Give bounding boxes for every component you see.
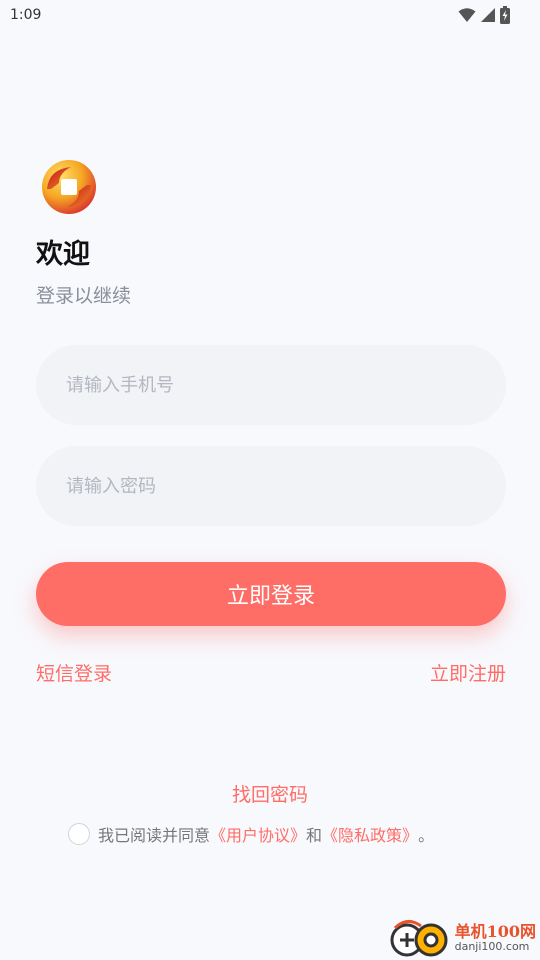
page-title: 欢迎 bbox=[36, 239, 90, 270]
agreement-row: 我已阅读并同意 《用户协议》 和 《隐私政策》 。 bbox=[68, 822, 434, 846]
status-icons bbox=[458, 6, 510, 24]
password-input[interactable] bbox=[36, 446, 506, 526]
app-logo bbox=[42, 160, 96, 214]
status-time: 1:09 bbox=[10, 7, 42, 23]
watermark-logo-icon bbox=[390, 920, 448, 957]
sms-login-link[interactable]: 短信登录 bbox=[36, 659, 112, 686]
cell-signal-icon bbox=[481, 8, 495, 22]
agreement-prefix: 我已阅读并同意 bbox=[98, 826, 211, 845]
register-link[interactable]: 立即注册 bbox=[430, 659, 506, 686]
watermark-url: danji100.com bbox=[454, 939, 530, 953]
page-subtitle: 登录以继续 bbox=[36, 285, 132, 307]
watermark-title: 单机100网 bbox=[454, 921, 536, 941]
wifi-icon bbox=[458, 8, 476, 22]
forgot-password-link[interactable]: 找回密码 bbox=[0, 780, 540, 807]
battery-icon bbox=[500, 6, 510, 24]
login-button[interactable]: 立即登录 bbox=[36, 562, 506, 626]
agreement-suffix: 。 bbox=[418, 826, 435, 845]
privacy-policy-link[interactable]: 《隐私政策》 bbox=[322, 822, 418, 846]
phone-input[interactable] bbox=[36, 345, 506, 425]
agreement-checkbox[interactable] bbox=[68, 823, 90, 845]
user-agreement-link[interactable]: 《用户协议》 bbox=[210, 822, 306, 846]
agreement-and: 和 bbox=[306, 826, 323, 845]
watermark: 单机100网 danji100.com bbox=[387, 918, 536, 958]
status-bar: 1:09 bbox=[0, 0, 540, 32]
